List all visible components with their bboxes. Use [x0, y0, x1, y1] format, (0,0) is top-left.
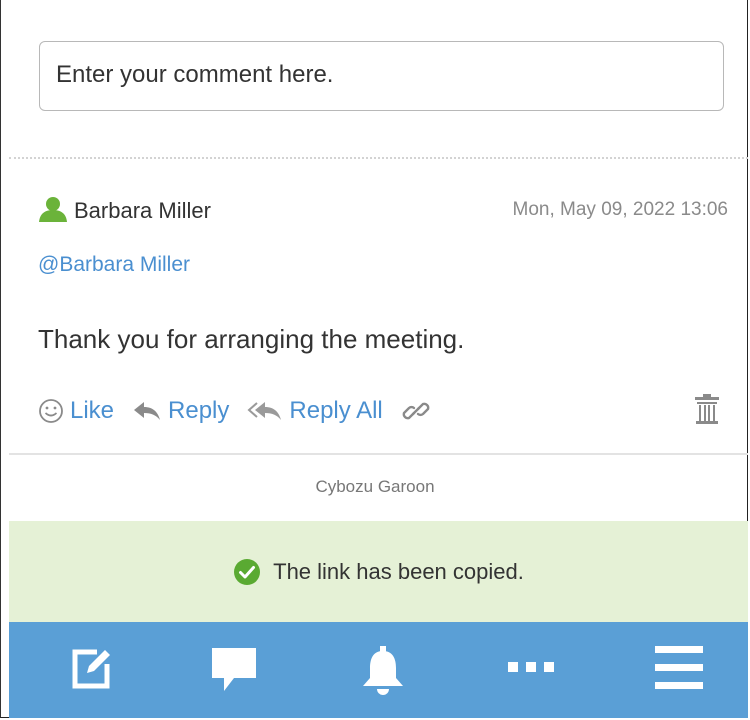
compose-button[interactable] [67, 646, 113, 697]
comment-icon [212, 648, 256, 691]
toast-notification: The link has been copied. [9, 521, 748, 622]
bell-icon [363, 646, 403, 695]
menu-button[interactable] [655, 644, 703, 697]
comment-input-placeholder: Enter your comment here. [56, 61, 334, 88]
like-label: Like [70, 397, 115, 424]
comment-input[interactable]: Enter your comment here. [39, 41, 724, 111]
comment-actions: Like Reply Reply All [38, 393, 455, 429]
more-icon [508, 662, 554, 672]
link-icon [402, 402, 430, 420]
trash-icon [695, 394, 719, 424]
comment-button[interactable] [210, 646, 258, 701]
divider [9, 453, 748, 455]
reply-all-label: Reply All [289, 397, 383, 424]
reply-all-icon [247, 402, 282, 420]
comment-author[interactable]: Barbara Miller [38, 196, 211, 226]
reply-button[interactable]: Reply [132, 397, 229, 425]
comment-body: Thank you for arranging the meeting. [38, 324, 465, 354]
user-icon [38, 196, 68, 227]
reply-all-button[interactable]: Reply All [247, 397, 383, 425]
compose-icon [72, 649, 110, 689]
more-button[interactable] [506, 660, 556, 679]
reply-icon [134, 402, 161, 420]
delete-button[interactable] [694, 393, 720, 430]
divider [9, 157, 748, 159]
smiley-icon [39, 399, 63, 423]
reply-label: Reply [168, 397, 230, 424]
author-name[interactable]: Barbara Miller [74, 198, 211, 224]
mention-link[interactable]: @Barbara Miller [38, 253, 190, 277]
copy-link-button[interactable] [401, 396, 437, 426]
notifications-button[interactable] [360, 646, 406, 701]
bottom-nav [9, 622, 748, 718]
check-circle-icon [234, 558, 261, 585]
footer-brand: Cybozu Garoon [315, 477, 435, 496]
like-button[interactable]: Like [38, 397, 114, 425]
comment-timestamp: Mon, May 09, 2022 13:06 [512, 199, 728, 220]
menu-icon [655, 646, 703, 689]
toast-message: The link has been copied. [273, 558, 524, 584]
